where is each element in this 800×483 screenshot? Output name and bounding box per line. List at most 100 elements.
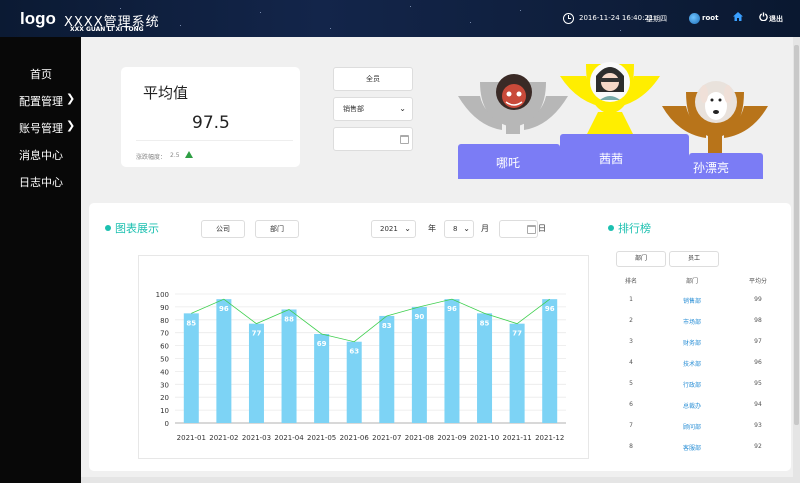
all-staff-button[interactable]: 全员: [333, 67, 413, 91]
year-select[interactable]: 2021 ⌄: [371, 220, 416, 238]
data-label: 83: [382, 322, 392, 330]
data-label: 90: [415, 313, 425, 321]
month-select-value: 8: [453, 225, 458, 233]
sidebar: 首页 配置管理 ❯ 账号管理 ❯ 消息中心 日志中心: [0, 37, 81, 483]
y-tick-label: 50: [160, 356, 169, 364]
sidebar-item-label: 账号管理: [19, 122, 63, 135]
chart-bar: [542, 299, 558, 423]
ranking-rank: 8: [629, 443, 633, 450]
ranking-rank: 4: [629, 359, 633, 366]
chart-bar: [183, 313, 199, 423]
avatar-second: [496, 74, 532, 110]
year-label: 年: [428, 224, 436, 233]
x-tick-label: 2021-09: [437, 434, 466, 442]
ranking-rank: 7: [629, 422, 633, 429]
section-dot-icon: [105, 225, 111, 231]
sidebar-item-label: 日志中心: [19, 176, 63, 189]
chevron-down-icon: ⌄: [404, 224, 411, 233]
department-button[interactable]: 部门: [255, 220, 299, 238]
scrollbar-thumb[interactable]: [794, 45, 799, 425]
calendar-icon: [527, 225, 536, 234]
horizontal-scrollbar[interactable]: [81, 477, 793, 483]
y-tick-label: 30: [160, 381, 169, 389]
data-label: 85: [480, 319, 490, 327]
chart-bar: [281, 309, 297, 423]
chevron-down-icon: ⌄: [399, 104, 406, 113]
ranking-department: 市场部: [682, 319, 701, 326]
month-select[interactable]: 8 ⌄: [444, 220, 474, 238]
y-tick-label: 100: [156, 291, 169, 299]
y-tick-label: 70: [160, 330, 169, 338]
x-tick-label: 2021-10: [470, 434, 499, 442]
x-tick-label: 2021-01: [177, 434, 206, 442]
data-label: 96: [545, 305, 555, 313]
ranking-department: 财务部: [682, 340, 701, 347]
x-tick-label: 2021-07: [372, 434, 401, 442]
data-label: 96: [219, 305, 229, 313]
ranking-score: 96: [754, 359, 762, 366]
fluctuation-value: 2.5: [170, 152, 180, 159]
bar-line-chart: 0 10 20 30 40 50 60 70 80 90 100 85 2021-01 96 2021-02…: [156, 291, 566, 442]
data-label: 85: [186, 319, 196, 327]
calendar-icon: [400, 135, 409, 144]
avatar-first: [590, 62, 630, 102]
y-tick-label: 10: [160, 407, 169, 415]
sidebar-item-label: 首页: [30, 68, 52, 81]
x-tick-label: 2021-04: [274, 434, 304, 442]
ranking-score: 97: [754, 338, 762, 345]
divider: [136, 140, 293, 141]
section-dot-icon: [608, 225, 614, 231]
data-label: 88: [284, 315, 294, 323]
ranking-staff-button[interactable]: 员工: [669, 251, 719, 267]
chart-bar: [216, 299, 232, 423]
chevron-right-icon: ❯: [66, 119, 76, 132]
chart-bar: [509, 323, 525, 423]
x-tick-label: 2021-02: [209, 434, 238, 442]
fluctuation-label: 涨跌幅度：: [136, 154, 167, 161]
data-label: 96: [447, 305, 457, 313]
power-icon[interactable]: [759, 12, 768, 24]
day-input[interactable]: [499, 220, 538, 238]
ranking-score: 94: [754, 401, 762, 408]
home-icon[interactable]: [733, 12, 743, 24]
data-label: 77: [512, 330, 522, 338]
current-weekday: 星期四: [646, 15, 667, 23]
ranking-title: 排行榜: [618, 222, 651, 235]
ranking-department: 技术部: [682, 361, 701, 368]
ranking-score: 93: [754, 422, 762, 429]
ranking-score: 95: [754, 380, 762, 387]
ranking-rank: 6: [629, 401, 633, 408]
logout-button[interactable]: 退出: [769, 14, 783, 24]
data-label: 69: [317, 340, 327, 348]
chevron-down-icon: ⌄: [463, 224, 470, 233]
avatar-third: [695, 81, 737, 123]
chart-bar: [379, 315, 395, 423]
clock-icon: [563, 13, 574, 24]
company-button[interactable]: 公司: [201, 220, 245, 238]
y-tick-label: 20: [160, 394, 169, 402]
y-tick-label: 90: [160, 304, 169, 312]
sidebar-item-label: 消息中心: [19, 149, 63, 162]
chevron-right-icon: ❯: [66, 92, 76, 105]
ranking-header: 排名: [624, 278, 637, 285]
date-input[interactable]: [333, 127, 413, 151]
ranking-department: 行政部: [682, 382, 701, 389]
ranking-department: 客服部: [682, 445, 701, 452]
data-label: 77: [252, 330, 262, 338]
ranking-rank: 2: [629, 317, 633, 324]
ranking-score: 99: [754, 296, 762, 303]
user-avatar[interactable]: [689, 13, 700, 24]
average-value: 97.5: [192, 113, 230, 133]
y-tick-label: 60: [160, 343, 169, 351]
chart-bar: [248, 323, 264, 423]
chart-bar: [444, 299, 460, 423]
third-place-name: 孙漂亮: [693, 161, 730, 175]
department-select-value: 销售部: [343, 105, 364, 113]
ranking-department-button[interactable]: 部门: [616, 251, 666, 267]
second-place-name: 哪吒: [496, 156, 521, 170]
user-name[interactable]: root: [702, 14, 718, 22]
ranking-rank: 3: [629, 338, 633, 345]
x-tick-label: 2021-12: [535, 434, 564, 442]
year-select-value: 2021: [380, 225, 398, 233]
department-select[interactable]: 销售部 ⌄: [333, 97, 413, 121]
